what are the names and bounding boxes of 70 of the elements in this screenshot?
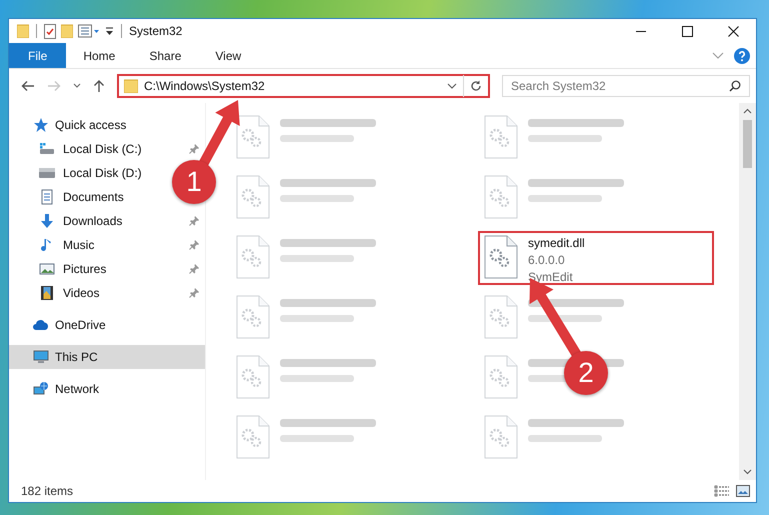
- dll-file-icon: [236, 115, 270, 159]
- help-icon[interactable]: [734, 48, 750, 64]
- dll-file-icon: [484, 235, 518, 279]
- sidebar-item[interactable]: Downloads: [9, 209, 126, 233]
- file-name: symedit.dll: [528, 235, 585, 252]
- image-icon: [39, 261, 55, 277]
- expand-ribbon-icon[interactable]: [712, 52, 724, 60]
- film-icon: [39, 285, 55, 301]
- scrollbar[interactable]: [739, 103, 756, 480]
- pin-icon[interactable]: [189, 288, 199, 298]
- back-icon[interactable]: [21, 80, 35, 92]
- search-field[interactable]: Search System32: [502, 75, 750, 97]
- drive-icon: [39, 165, 55, 181]
- dll-file-icon: [484, 355, 518, 399]
- sidebar-item[interactable]: OneDrive: [9, 313, 205, 337]
- sidebar-item[interactable]: Network: [9, 377, 205, 401]
- dll-file-icon: [484, 115, 518, 159]
- sidebar-item[interactable]: Quick access: [9, 113, 205, 137]
- computer-icon: [33, 349, 49, 365]
- dll-file-icon: [236, 415, 270, 459]
- sidebar-item[interactable]: Videos: [9, 281, 104, 305]
- download-icon: [39, 213, 55, 229]
- dll-file-icon: [236, 355, 270, 399]
- star-icon: [33, 117, 49, 133]
- recent-caret-icon[interactable]: [73, 83, 81, 89]
- dll-file-icon: [236, 235, 270, 279]
- scroll-down-icon[interactable]: [743, 469, 752, 475]
- address-bar[interactable]: C:\Windows\System32: [117, 74, 490, 98]
- large-icons-view-icon[interactable]: [736, 485, 750, 497]
- dll-file-icon: [484, 415, 518, 459]
- cloud-icon: [33, 317, 49, 333]
- scroll-thumb[interactable]: [743, 120, 752, 168]
- dll-file-icon: [236, 175, 270, 219]
- network-icon: [33, 381, 49, 397]
- dll-file-icon: [484, 175, 518, 219]
- address-path: C:\Windows\System32: [144, 79, 266, 93]
- dll-file-icon: [236, 295, 270, 339]
- refresh-icon[interactable]: [470, 80, 482, 92]
- properties-icon[interactable]: [44, 24, 56, 38]
- ribbon-tab[interactable]: Share: [132, 43, 198, 68]
- item-count: 182 items: [21, 484, 74, 498]
- details-view-icon[interactable]: [714, 485, 730, 497]
- sidebar-item[interactable]: Local Disk (D:): [9, 161, 146, 185]
- pin-icon[interactable]: [189, 144, 199, 154]
- drive-icon: [39, 141, 55, 157]
- dll-file-icon: [484, 295, 518, 339]
- sidebar-item[interactable]: Local Disk (C:): [9, 137, 146, 161]
- ribbon-tab[interactable]: Home: [66, 43, 132, 68]
- window-title: System32: [129, 24, 182, 38]
- sidebar-item[interactable]: Music: [9, 233, 98, 257]
- ribbon-tab[interactable]: File: [9, 43, 66, 68]
- minimize-icon: [636, 30, 646, 32]
- dropdown-caret-icon[interactable]: [447, 83, 457, 89]
- pin-icon[interactable]: [189, 264, 199, 274]
- sidebar-item[interactable]: Pictures: [9, 257, 110, 281]
- folder-icon: [124, 79, 138, 93]
- scroll-up-icon[interactable]: [743, 108, 752, 114]
- up-icon[interactable]: [93, 79, 105, 93]
- ribbon-tab[interactable]: View: [198, 43, 258, 68]
- maximize-icon: [682, 26, 692, 36]
- document-icon: [39, 189, 55, 205]
- caret-icon[interactable]: [105, 26, 114, 36]
- view-list-icon[interactable]: [78, 24, 100, 38]
- pin-icon[interactable]: [189, 216, 199, 226]
- file-detail: 6.0.0.0: [528, 252, 566, 269]
- pin-icon[interactable]: [189, 240, 199, 250]
- sidebar-item[interactable]: Documents: [9, 185, 128, 209]
- search-icon[interactable]: [729, 80, 741, 92]
- close-icon: [728, 26, 738, 36]
- sidebar-item[interactable]: This PC: [9, 345, 205, 369]
